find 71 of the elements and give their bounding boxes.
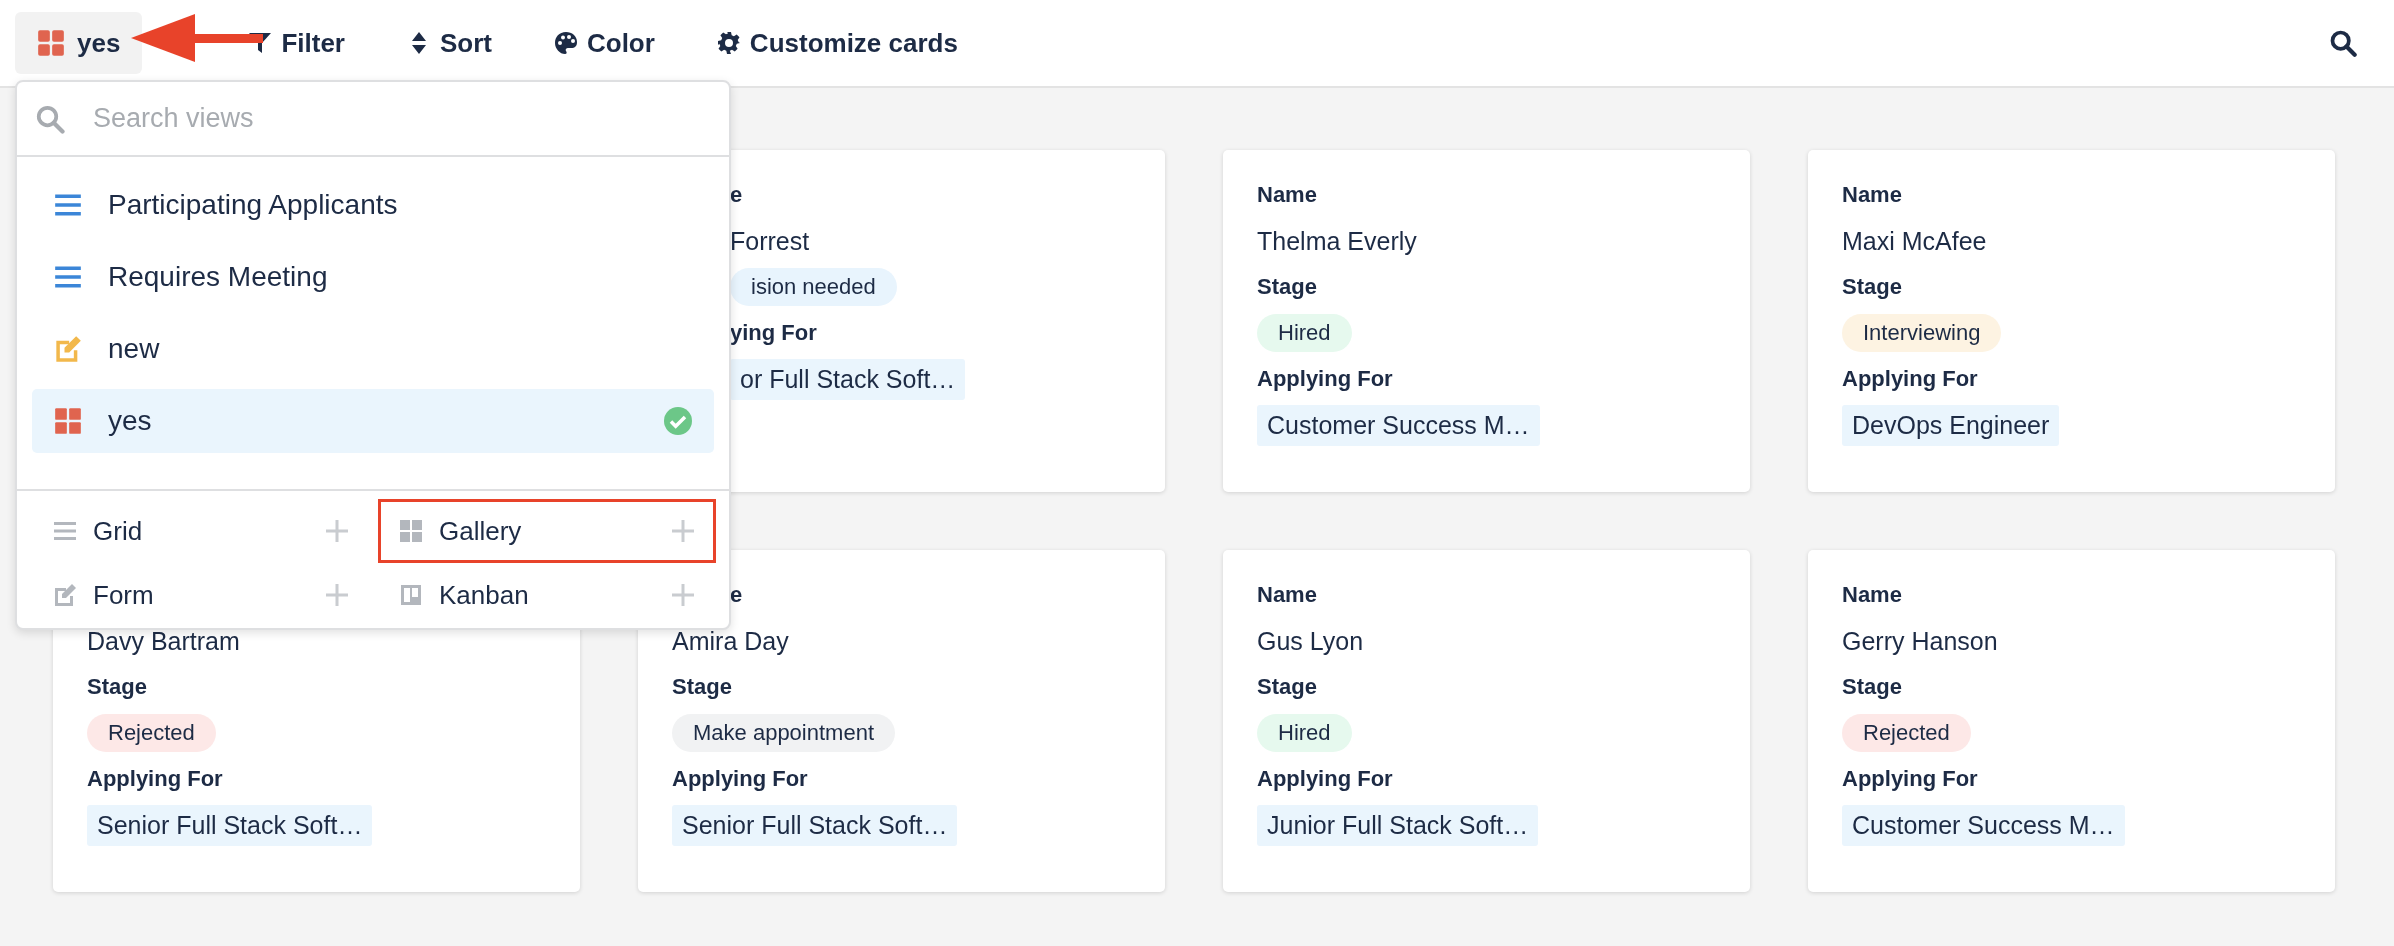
field-label: Stage	[87, 674, 147, 700]
stage-tag: ision needed	[730, 268, 897, 306]
plus-icon	[325, 583, 349, 607]
job-tag: or Full Stack Soft…	[730, 358, 966, 400]
view-item[interactable]: yes	[32, 389, 714, 453]
filter-button[interactable]: Filter	[238, 27, 355, 59]
field-label: Applying For	[1257, 766, 1393, 792]
job-tag: DevOps Engineer	[1842, 404, 2060, 446]
field-label: ying For	[730, 320, 817, 346]
field-label: Name	[1842, 582, 1902, 608]
search-icon	[35, 103, 65, 134]
field-label: e	[730, 182, 743, 208]
view-item[interactable]: new	[32, 317, 714, 381]
color-button[interactable]: Color	[543, 27, 665, 59]
job-tag: Senior Full Stack Soft…	[87, 804, 373, 846]
palette-icon	[553, 31, 578, 55]
field-label: Applying For	[1842, 366, 1978, 392]
field-value: Forrest	[730, 226, 810, 256]
stage-tag: Rejected	[1842, 714, 1971, 752]
field-value: Thelma Everly	[1257, 226, 1417, 256]
create-view-option[interactable]: Kanban	[378, 563, 716, 627]
view-switch-button[interactable]: yes	[15, 12, 143, 74]
stage-tag: Make appointment	[672, 714, 895, 752]
field-value: Gus Lyon	[1257, 626, 1364, 656]
field-label: Stage	[1842, 274, 1902, 300]
plus-icon	[671, 519, 695, 543]
stage-tag: Rejected	[87, 714, 216, 752]
stage-tag: Hired	[1257, 314, 1352, 352]
field-label: Name	[1257, 582, 1317, 608]
pencil-icon	[53, 583, 77, 607]
pencil-icon	[54, 335, 82, 363]
search-field[interactable]: Search views	[91, 102, 711, 135]
job-tag: Customer Success M…	[1842, 804, 2125, 846]
customize-button[interactable]: Customize cards	[706, 27, 968, 59]
gallery-icon	[54, 407, 82, 435]
stage-tag: Interviewing	[1842, 314, 2002, 352]
field-label: Applying For	[1257, 366, 1393, 392]
plus-icon	[671, 583, 695, 607]
search-icon[interactable]	[2329, 29, 2357, 57]
field-label: Applying For	[672, 766, 808, 792]
stage-tag: Hired	[1257, 714, 1352, 752]
field-label: e	[730, 582, 743, 608]
kanban-icon	[399, 583, 423, 607]
filter-icon	[248, 31, 273, 55]
field-label: Stage	[672, 674, 732, 700]
field-value: Gerry Hanson	[1842, 626, 1998, 656]
field-value: Davy Bartram	[87, 626, 240, 656]
job-tag: Junior Full Stack Soft…	[1257, 804, 1539, 846]
field-label: Name	[1257, 182, 1317, 208]
create-view-option[interactable]: Gallery	[378, 499, 716, 563]
field-value: Maxi McAfee	[1842, 226, 1987, 256]
list-icon	[53, 519, 77, 543]
check-icon	[664, 407, 692, 435]
create-view-option[interactable]: Grid	[32, 499, 370, 563]
gallery-icon	[399, 519, 423, 543]
settings-icon	[716, 31, 741, 55]
field-label: Applying For	[1842, 766, 1978, 792]
job-tag: Senior Full Stack Soft…	[672, 804, 958, 846]
field-label: Stage	[1842, 674, 1902, 700]
field-label: Applying For	[87, 766, 223, 792]
sort-button[interactable]: Sort	[396, 27, 502, 59]
gallery-icon	[37, 29, 65, 57]
view-item[interactable]: Requires Meeting	[32, 245, 714, 309]
view-item[interactable]: Participating Applicants	[32, 173, 714, 237]
field-label: Stage	[1257, 274, 1317, 300]
job-tag: Customer Success M…	[1257, 404, 1540, 446]
create-view-option[interactable]: Form	[32, 563, 370, 627]
plus-icon	[325, 519, 349, 543]
field-label: Name	[1842, 182, 1902, 208]
field-value: Amira Day	[672, 626, 789, 656]
field-label: Stage	[1257, 674, 1317, 700]
